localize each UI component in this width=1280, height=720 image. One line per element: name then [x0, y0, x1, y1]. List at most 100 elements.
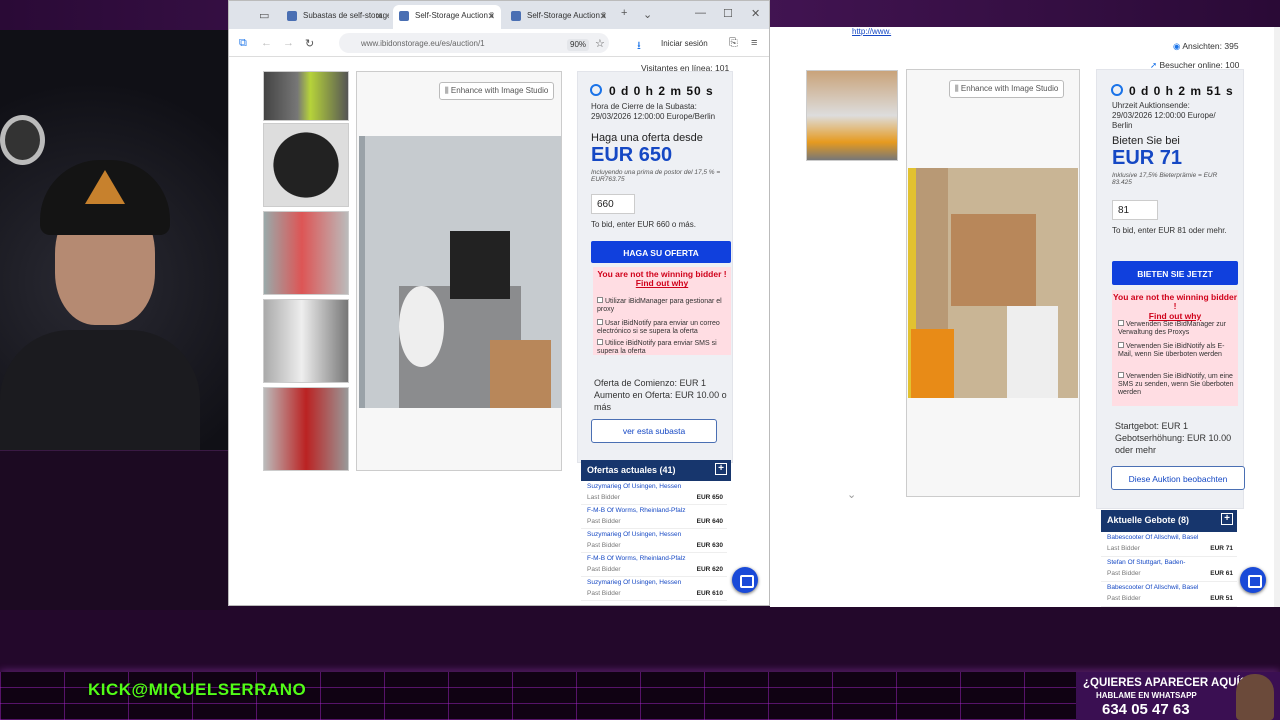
storage-unit-photo[interactable] [359, 136, 561, 408]
chevron-down-icon[interactable]: ⌄ [643, 8, 652, 21]
place-bid-button[interactable]: HAGA SU OFERTA [591, 241, 731, 263]
option-email-notify[interactable]: Usar iBidNotify para enviar un correo el… [597, 319, 729, 336]
thumbnail[interactable] [263, 71, 349, 121]
bidder-name: Babescooter Of Allschwil, Basel [1107, 584, 1199, 591]
bid-increment: Gebotserhöhung: EUR 10.00 oder mehr [1115, 433, 1232, 456]
checkbox[interactable] [1118, 372, 1124, 378]
checkbox[interactable] [597, 319, 603, 325]
thumbnail[interactable] [263, 211, 349, 295]
clock-icon [1111, 84, 1123, 96]
address-bar: ⧉ ← → ↻ www.ibidonstorage.eu/es/auction/… [229, 29, 769, 57]
chevron-down-icon[interactable]: ⌄ [847, 488, 856, 501]
tab-label: Self-Storage Auction li [415, 11, 494, 20]
maximize-icon[interactable]: ☐ [723, 7, 733, 20]
bidder-name: F-M-B Of Worms, Rheinland-Pfalz [587, 507, 686, 514]
offer-row: F-M-B Of Worms, Rheinland-Pfalz Past Bidd… [581, 505, 727, 529]
bid-hint: To bid, enter EUR 81 oder mehr. [1112, 226, 1227, 235]
bid-input[interactable]: 660 [591, 194, 635, 214]
find-out-why-link[interactable]: Find out why [593, 278, 731, 288]
watch-auction-button[interactable]: ver esta subasta [591, 419, 717, 443]
download-icon[interactable]: ⭳ [637, 37, 641, 56]
checkbox[interactable] [597, 339, 603, 345]
signin-button[interactable]: Iniciar sesión [661, 39, 708, 49]
offers-header: Ofertas actuales (41) + [581, 460, 731, 481]
option-label: Verwenden Sie iBidManager zur Verwaltung… [1118, 321, 1227, 337]
auction-info: Oferta de Comienzo: EUR 1 Aumento en Ofe… [594, 377, 734, 413]
option-email-notify[interactable]: Verwenden Sie iBidNotify als E-Mail, wen… [1118, 342, 1234, 359]
main-image-panel: ⫼ Enhance with Image Studio [356, 71, 562, 471]
promo-avatar [1236, 674, 1274, 720]
premium-note: Inklusive 17,5% Bieterprämie = EUR 83.42… [1112, 172, 1218, 187]
close-icon[interactable]: ✕ [487, 11, 495, 22]
bidder-name: Suzymarieg Of Usingen, Hessen [587, 483, 682, 490]
film-reel-decoration [0, 115, 45, 165]
bid-amount: EUR 610 [696, 590, 723, 597]
thumbnail-column [263, 71, 349, 471]
stream-deco-panel [0, 450, 228, 610]
option-sms-notify[interactable]: Verwenden Sie iBidNotify, um eine SMS zu… [1118, 372, 1234, 397]
thumbnail[interactable] [263, 299, 349, 383]
expand-icon[interactable]: + [1221, 513, 1233, 525]
option-ibidmanager[interactable]: Utilizar iBidManager para gestionar el p… [597, 297, 729, 314]
offer-label: Bieten Sie bei [1112, 135, 1180, 147]
start-offer: Startgebot: EUR 1 [1115, 421, 1189, 431]
bid-amount: EUR 61 [1210, 570, 1233, 577]
checkbox[interactable] [597, 297, 603, 303]
promo-phone: 634 05 47 63 [1102, 701, 1190, 718]
enhance-image-button[interactable]: ⫼ Enhance with Image Studio [439, 82, 555, 100]
tab-actions-icon[interactable]: ▭ [259, 9, 269, 22]
close-window-icon[interactable]: ✕ [751, 7, 760, 20]
views-text: Ansichten: 395 [1182, 41, 1239, 51]
bidder-status: Past Bidder [587, 542, 621, 549]
minimize-icon[interactable]: — [695, 7, 706, 19]
bid-amount: EUR 650 [696, 494, 723, 501]
premium-note: Incluyendo una prima de postor del 17,5 … [591, 169, 721, 184]
watch-auction-button[interactable]: Diese Auktion beobachten [1111, 466, 1245, 490]
place-bid-button[interactable]: BIETEN SIE JETZT [1112, 261, 1238, 285]
close-icon[interactable]: ✕ [599, 11, 607, 22]
workspace-icon[interactable]: ⧉ [239, 37, 247, 50]
site-link[interactable]: http://www. [852, 27, 891, 37]
thumbnail[interactable] [263, 123, 349, 207]
favorite-icon[interactable]: ☆ [595, 37, 605, 50]
chat-icon[interactable] [732, 567, 758, 593]
menu-icon[interactable]: ≡ [751, 37, 757, 49]
reload-icon[interactable]: ↻ [305, 37, 314, 50]
bidder-status: Past Bidder [1107, 570, 1141, 577]
forward-icon[interactable]: → [283, 37, 294, 49]
back-icon[interactable]: ← [261, 37, 272, 49]
tab-3[interactable]: Self-Storage Auction li ✕ [505, 5, 613, 29]
close-time-label: Hora de Cierre de la Subasta: [591, 102, 697, 111]
chat-icon[interactable] [1240, 567, 1266, 593]
tab-1[interactable]: Subastas de self-storage ✕ [281, 5, 389, 29]
enhance-image-button[interactable]: ⫼ Enhance with Image Studio [949, 80, 1065, 98]
promo-question: ¿QUIERES APARECER AQUÍ? [1083, 677, 1247, 689]
close-time-value: 29/03/2026 12:00:00 Europe/ Berlin [1112, 111, 1216, 130]
option-label: Utilice iBidNotify para enviar SMS si su… [597, 340, 717, 356]
thumbnail[interactable] [263, 387, 349, 471]
new-tab-icon[interactable]: + [621, 7, 627, 19]
option-ibidmanager[interactable]: Verwenden Sie iBidManager zur Verwaltung… [1118, 320, 1234, 337]
option-label: Verwenden Sie iBidNotify, um eine SMS zu… [1118, 373, 1234, 397]
offers-title: Aktuelle Gebote (8) [1107, 515, 1190, 525]
thumbnail[interactable] [806, 70, 898, 161]
tab-2[interactable]: Self-Storage Auction li ✕ [393, 5, 501, 29]
countdown-timer: 0 d 0 h 2 m 51 s [1129, 84, 1234, 98]
enhance-label: Enhance with Image Studio [450, 86, 549, 95]
checkbox[interactable] [1118, 342, 1124, 348]
start-offer: Oferta de Comienzo: EUR 1 [594, 378, 707, 388]
scrollbar[interactable] [1274, 27, 1280, 607]
storage-unit-photo[interactable] [908, 168, 1078, 398]
browser-window-de: http://www. ◉ Ansichten: 395 ➚ Besucher … [770, 27, 1280, 607]
zoom-badge[interactable]: 90% [567, 39, 590, 51]
extensions-icon[interactable]: ⎘ [729, 37, 738, 50]
option-sms-notify[interactable]: Utilice iBidNotify para enviar SMS si su… [597, 339, 729, 356]
option-label: Verwenden Sie iBidNotify als E-Mail, wen… [1118, 343, 1225, 359]
enhance-label: Enhance with Image Studio [960, 84, 1059, 93]
bid-input[interactable]: 81 [1112, 200, 1158, 220]
expand-icon[interactable]: + [715, 463, 727, 475]
close-icon[interactable]: ✕ [375, 11, 383, 22]
checkbox[interactable] [1118, 320, 1124, 326]
browser-window-es: ▭ Subastas de self-storage ✕ Self-Storage… [228, 0, 770, 606]
bidder-name: Babescooter Of Allschwil, Basel [1107, 534, 1199, 541]
